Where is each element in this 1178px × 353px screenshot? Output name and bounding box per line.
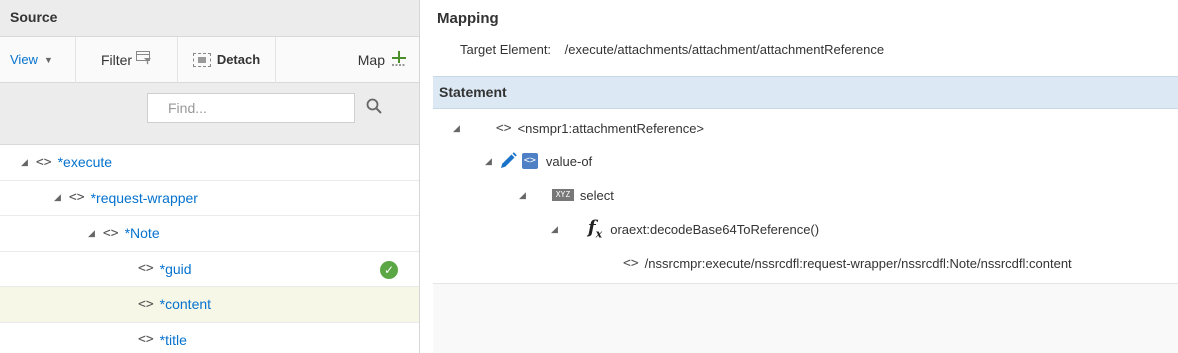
mapped-check-icon: ✓ — [380, 260, 398, 279]
element-tag-icon: <> — [138, 261, 154, 277]
source-toolbar: View ▼ Filter Detach Map — [0, 36, 419, 83]
tree-row-content[interactable]: <> *content — [0, 287, 419, 323]
detach-icon — [192, 52, 211, 67]
tree-node-label: *guid — [159, 260, 192, 277]
filter-button[interactable]: Filter — [76, 36, 178, 83]
expand-triangle-icon[interactable]: ◢ — [453, 123, 460, 134]
tree-row-title[interactable]: <> *title — [0, 323, 419, 353]
map-add-icon — [391, 50, 407, 71]
tree-node-label: *Note — [124, 225, 160, 242]
detach-button[interactable]: Detach — [178, 36, 276, 83]
expand-triangle-icon[interactable]: ◢ — [485, 156, 492, 167]
xsl-value-of-icon: <> — [521, 153, 538, 169]
statement-row-value-of[interactable]: ◢ <> value-of — [485, 144, 592, 178]
source-panel: Source View ▼ Filter Detach Map Find... … — [0, 0, 420, 353]
tree-row-request-wrapper[interactable]: ◢ <> *request-wrapper — [0, 181, 419, 216]
expand-triangle-icon[interactable]: ◢ — [519, 190, 526, 201]
view-menu-button[interactable]: View ▼ — [0, 36, 76, 83]
statement-tree: ◢ <> <nsmpr1:attachmentReference> ◢ <> v… — [433, 109, 1178, 284]
statement-text: select — [579, 187, 614, 203]
tree-node-label: *request-wrapper — [90, 189, 198, 206]
function-fx-icon: fx — [587, 217, 603, 241]
target-element-label: Target Element: — [460, 42, 552, 57]
element-tag-icon: <> — [623, 255, 639, 271]
statement-row-select[interactable]: ◢ XYZ select — [519, 178, 614, 212]
map-button[interactable]: Map — [358, 37, 407, 83]
search-icon[interactable] — [366, 98, 382, 114]
view-label: View — [10, 52, 38, 67]
element-tag-icon: <> — [495, 120, 512, 136]
tree-node-label: *execute — [57, 154, 113, 171]
expand-triangle-icon[interactable]: ◢ — [551, 224, 558, 235]
tree-node-label: *content — [159, 296, 212, 313]
expand-triangle-icon[interactable]: ◢ — [21, 157, 28, 168]
statement-text: value-of — [545, 153, 593, 169]
element-tag-icon: <> — [138, 332, 154, 348]
mapping-panel: Mapping Target Element: /execute/attachm… — [433, 0, 1178, 353]
statement-row-target-element[interactable]: ◢ <> <nsmpr1:attachmentReference> — [453, 111, 704, 145]
find-row — [0, 83, 419, 145]
tree-row-note[interactable]: ◢ <> *Note — [0, 216, 419, 252]
filter-label: Filter — [100, 51, 133, 68]
statement-text: oraext:decodeBase64ToReference() — [610, 221, 820, 237]
target-element-path: /execute/attachments/attachment/attachme… — [564, 42, 885, 57]
tree-row-execute[interactable]: ◢ <> *execute — [0, 145, 419, 181]
element-tag-icon: <> — [102, 225, 119, 241]
find-input[interactable] — [147, 93, 355, 123]
element-tag-icon: <> — [138, 296, 154, 312]
expand-triangle-icon[interactable]: ◢ — [88, 228, 95, 239]
mapping-panel-title: Mapping — [437, 10, 499, 27]
mapping-empty-area — [433, 284, 1178, 353]
statement-row-source-path[interactable]: <> /nssrcmpr:execute/nssrcdfl:request-wr… — [623, 246, 1072, 280]
tree-node-label: *title — [159, 331, 187, 348]
statement-row-function[interactable]: ◢ fx oraext:decodeBase64ToReference() — [551, 212, 819, 246]
element-tag-icon: <> — [68, 190, 85, 206]
tree-row-guid[interactable]: <> *guid ✓ — [0, 252, 419, 287]
map-label: Map — [357, 52, 385, 68]
element-tag-icon: <> — [35, 154, 52, 170]
source-tree: ◢ <> *execute ◢ <> *request-wrapper ◢ <>… — [0, 145, 419, 353]
statement-text: /nssrcmpr:execute/nssrcdfl:request-wrapp… — [644, 255, 1072, 271]
statement-header: Statement — [433, 76, 1178, 109]
filter-icon — [136, 51, 152, 68]
target-element-row: Target Element: /execute/attachments/att… — [460, 42, 884, 57]
source-panel-title: Source — [0, 0, 419, 37]
detach-label: Detach — [216, 52, 261, 67]
xyz-select-icon: XYZ — [551, 189, 574, 201]
expand-triangle-icon[interactable]: ◢ — [54, 192, 61, 203]
statement-text: <nsmpr1:attachmentReference> — [517, 120, 705, 136]
pencil-edit-icon[interactable] — [498, 151, 518, 171]
caret-down-icon: ▼ — [43, 54, 53, 65]
